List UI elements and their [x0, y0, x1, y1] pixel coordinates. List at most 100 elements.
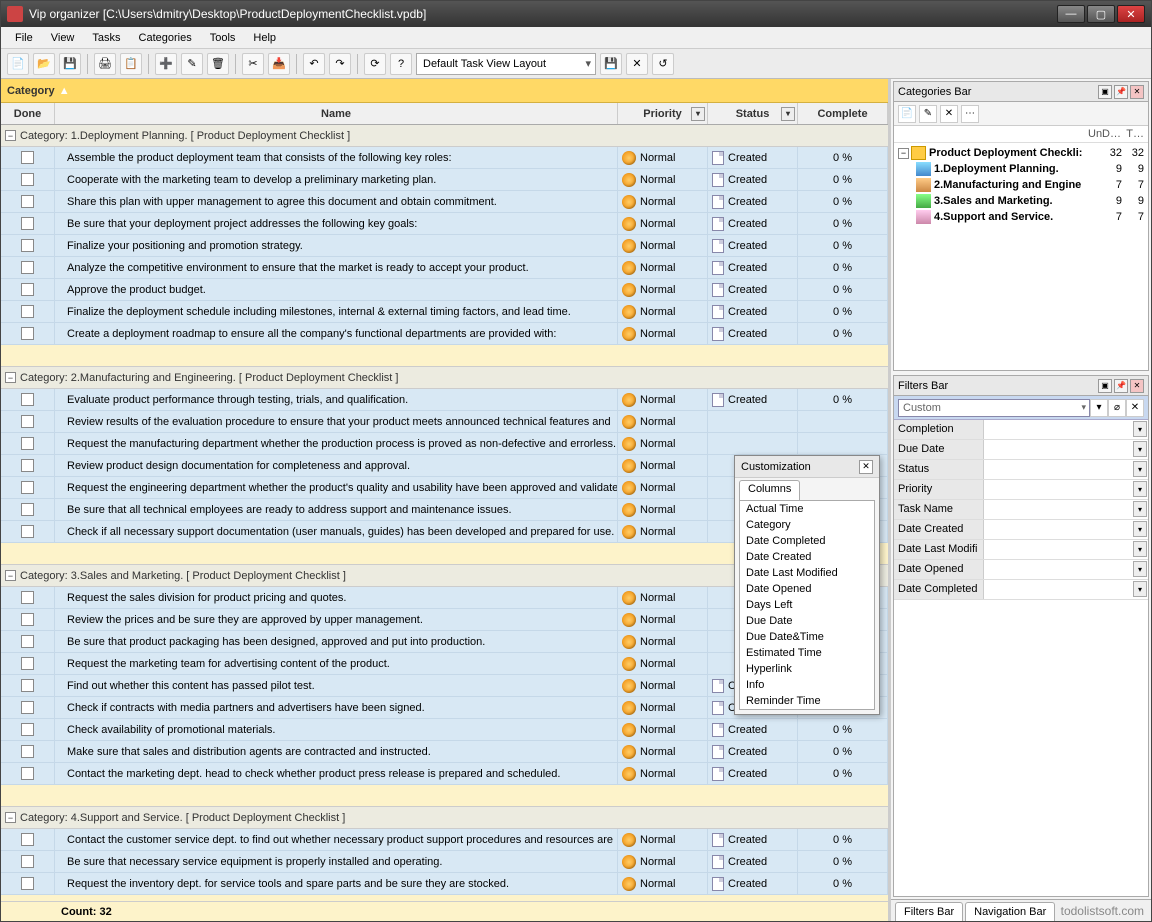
task-row[interactable]: Approve the product budget.NormalCreated… — [1, 279, 888, 301]
done-checkbox[interactable] — [21, 327, 34, 340]
filter-apply-icon[interactable]: ▾ — [1090, 399, 1108, 417]
category-child[interactable]: 1.Deployment Planning.99 — [896, 161, 1146, 177]
task-row[interactable]: Check availability of promotional materi… — [1, 719, 888, 741]
category-tree[interactable]: −Product Deployment Checkli:32321.Deploy… — [894, 143, 1148, 370]
customization-item[interactable]: Date Completed — [740, 533, 874, 549]
dropdown-icon[interactable]: ▾ — [1133, 481, 1147, 497]
customization-item[interactable]: Date Last Modified — [740, 565, 874, 581]
bottom-tab[interactable]: Navigation Bar — [965, 902, 1055, 921]
done-checkbox[interactable] — [21, 591, 34, 604]
toolbar-save-icon[interactable]: 💾 — [59, 53, 81, 75]
customization-item[interactable]: Estimated Time — [740, 645, 874, 661]
toolbar-open-icon[interactable]: 📂 — [33, 53, 55, 75]
customization-item[interactable]: Due Date — [740, 613, 874, 629]
expand-icon[interactable]: − — [5, 812, 16, 823]
done-checkbox[interactable] — [21, 855, 34, 868]
task-row[interactable]: Evaluate product performance through tes… — [1, 389, 888, 411]
customization-item[interactable]: Hyperlink — [740, 661, 874, 677]
customization-item[interactable]: Days Left — [740, 597, 874, 613]
toolbar-help-icon[interactable]: ? — [390, 53, 412, 75]
cat-edit-icon[interactable]: ✎ — [919, 105, 937, 123]
customization-tab[interactable]: Columns — [739, 480, 800, 500]
menu-categories[interactable]: Categories — [131, 29, 200, 47]
filter-value[interactable]: ▾ — [984, 460, 1148, 479]
task-row[interactable]: Request the inventory dept. for service … — [1, 873, 888, 895]
done-checkbox[interactable] — [21, 635, 34, 648]
dropdown-icon[interactable]: ▾ — [1133, 421, 1147, 437]
toolbar-undo-icon[interactable]: ↶ — [303, 53, 325, 75]
toolbar-edit-icon[interactable]: ✎ — [181, 53, 203, 75]
done-checkbox[interactable] — [21, 437, 34, 450]
done-checkbox[interactable] — [21, 503, 34, 516]
menu-help[interactable]: Help — [245, 29, 284, 47]
toolbar-cut-icon[interactable]: ✂ — [242, 53, 264, 75]
done-checkbox[interactable] — [21, 767, 34, 780]
done-checkbox[interactable] — [21, 833, 34, 846]
done-checkbox[interactable] — [21, 679, 34, 692]
toolbar-layout-save-icon[interactable]: 💾 — [600, 53, 622, 75]
task-row[interactable]: Assemble the product deployment team tha… — [1, 147, 888, 169]
category-row[interactable]: −Category: 2.Manufacturing and Engineeri… — [1, 367, 888, 389]
menu-tasks[interactable]: Tasks — [84, 29, 128, 47]
toolbar-new-icon[interactable]: 📄 — [7, 53, 29, 75]
done-checkbox[interactable] — [21, 173, 34, 186]
filter-dropdown-icon[interactable]: ▾ — [691, 107, 705, 121]
category-root[interactable]: −Product Deployment Checkli:3232 — [896, 145, 1146, 161]
toolbar-redo-icon[interactable]: ↷ — [329, 53, 351, 75]
col-name[interactable]: Name — [55, 103, 618, 124]
col-complete[interactable]: Complete — [798, 103, 888, 124]
menu-file[interactable]: File — [7, 29, 41, 47]
toolbar-delete-icon[interactable]: 🗑 — [207, 53, 229, 75]
panel-close-icon[interactable]: ✕ — [1130, 379, 1144, 393]
menu-tools[interactable]: Tools — [202, 29, 244, 47]
close-button[interactable]: ✕ — [1117, 5, 1145, 23]
filter-delete-icon[interactable]: ✕ — [1126, 399, 1144, 417]
task-row[interactable]: Create a deployment roadmap to ensure al… — [1, 323, 888, 345]
filter-value[interactable]: ▾ — [984, 500, 1148, 519]
col-status[interactable]: Status▾ — [708, 103, 798, 124]
cat-props-icon[interactable]: ⋯ — [961, 105, 979, 123]
filter-value[interactable]: ▾ — [984, 540, 1148, 559]
customization-item[interactable]: Due Date&Time — [740, 629, 874, 645]
done-checkbox[interactable] — [21, 481, 34, 494]
panel-close-icon[interactable]: ✕ — [1130, 85, 1144, 99]
toolbar-layout-delete-icon[interactable]: ✕ — [626, 53, 648, 75]
filter-combo[interactable]: Custom — [898, 399, 1090, 417]
customization-item[interactable]: Actual Time — [740, 501, 874, 517]
dropdown-icon[interactable]: ▾ — [1133, 541, 1147, 557]
task-row[interactable]: Analyze the competitive environment to e… — [1, 257, 888, 279]
group-by-row[interactable]: Category ▲ — [1, 79, 888, 103]
expand-icon[interactable]: − — [5, 372, 16, 383]
customization-item[interactable]: Time Left — [740, 709, 874, 710]
expand-icon[interactable]: − — [5, 570, 16, 581]
filter-value[interactable]: ▾ — [984, 480, 1148, 499]
done-checkbox[interactable] — [21, 393, 34, 406]
dropdown-icon[interactable]: ▾ — [1133, 521, 1147, 537]
filter-dropdown-icon[interactable]: ▾ — [781, 107, 795, 121]
layout-combo[interactable]: Default Task View Layout — [416, 53, 596, 75]
task-row[interactable]: Share this plan with upper management to… — [1, 191, 888, 213]
customization-list[interactable]: Actual TimeCategoryDate CompletedDate Cr… — [739, 500, 875, 710]
customization-item[interactable]: Date Created — [740, 549, 874, 565]
col-done[interactable]: Done — [1, 103, 55, 124]
done-checkbox[interactable] — [21, 217, 34, 230]
task-row[interactable]: Make sure that sales and distribution ag… — [1, 741, 888, 763]
done-checkbox[interactable] — [21, 723, 34, 736]
customization-item[interactable]: Date Opened — [740, 581, 874, 597]
dropdown-icon[interactable]: ▾ — [1133, 561, 1147, 577]
category-child[interactable]: 3.Sales and Marketing.99 — [896, 193, 1146, 209]
minimize-button[interactable]: — — [1057, 5, 1085, 23]
done-checkbox[interactable] — [21, 415, 34, 428]
toolbar-print-icon[interactable]: 🖨 — [94, 53, 116, 75]
done-checkbox[interactable] — [21, 701, 34, 714]
customization-item[interactable]: Info — [740, 677, 874, 693]
done-checkbox[interactable] — [21, 305, 34, 318]
toolbar-refresh-icon[interactable]: ⟳ — [364, 53, 386, 75]
filter-value[interactable]: ▾ — [984, 420, 1148, 439]
category-row[interactable]: −Category: 1.Deployment Planning. [ Prod… — [1, 125, 888, 147]
task-row[interactable]: Contact the marketing dept. head to chec… — [1, 763, 888, 785]
done-checkbox[interactable] — [21, 657, 34, 670]
done-checkbox[interactable] — [21, 525, 34, 538]
dropdown-icon[interactable]: ▾ — [1133, 461, 1147, 477]
task-row[interactable]: Cooperate with the marketing team to dev… — [1, 169, 888, 191]
